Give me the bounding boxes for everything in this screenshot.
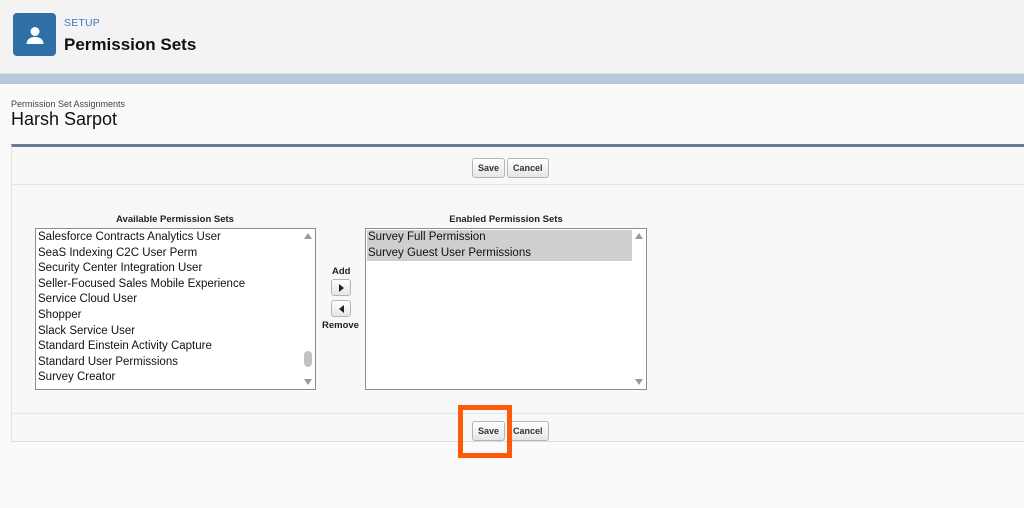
available-list-label: Available Permission Sets: [116, 214, 234, 225]
enabled-scrollbar[interactable]: [632, 229, 646, 389]
scroll-up-icon[interactable]: [304, 233, 312, 239]
list-item[interactable]: Survey Full Permission: [367, 230, 632, 246]
assignment-panel: Save Cancel Available Permission Sets Sa…: [11, 144, 1024, 442]
content-area: Permission Set Assignments Harsh Sarpot …: [0, 84, 1024, 508]
bottom-button-bar: Save Cancel: [12, 413, 1024, 445]
user-icon: [13, 13, 56, 56]
list-item[interactable]: Salesforce Contracts Analytics User: [37, 230, 300, 246]
header-kicker: SETUP: [64, 17, 101, 29]
enabled-list[interactable]: Survey Full Permission Survey Guest User …: [365, 228, 647, 390]
add-label: Add: [332, 266, 351, 277]
save-button-top[interactable]: Save: [472, 158, 506, 178]
page-header: SETUP Permission Sets: [0, 0, 1024, 74]
page-title: Permission Sets: [64, 35, 197, 54]
list-item[interactable]: Slack Service User: [37, 324, 300, 340]
arrow-right-icon: [338, 283, 344, 292]
available-list[interactable]: Salesforce Contracts Analytics User SeaS …: [35, 228, 316, 390]
scroll-thumb[interactable]: [304, 351, 312, 367]
available-scrollbar[interactable]: [301, 229, 315, 389]
scroll-down-icon[interactable]: [304, 379, 312, 385]
top-button-bar: Save Cancel: [12, 147, 1024, 185]
enabled-list-label: Enabled Permission Sets: [449, 214, 563, 225]
page-subtitle: Permission Set Assignments: [11, 99, 126, 109]
user-name: Harsh Sarpot: [11, 109, 118, 129]
cancel-button-top[interactable]: Cancel: [507, 158, 549, 178]
save-button-bottom[interactable]: Save: [472, 421, 506, 441]
scroll-up-icon[interactable]: [635, 233, 643, 239]
remove-button[interactable]: [331, 300, 351, 317]
list-item[interactable]: Survey Creator: [37, 370, 300, 386]
scroll-down-icon[interactable]: [635, 379, 643, 385]
cancel-button-bottom[interactable]: Cancel: [507, 421, 549, 441]
list-item[interactable]: Survey Guest User Permissions: [367, 245, 632, 262]
list-item[interactable]: Security Center Integration User: [37, 261, 300, 277]
list-item[interactable]: Shopper: [37, 308, 300, 324]
arrow-left-icon: [338, 304, 344, 313]
list-item[interactable]: Standard User Permissions: [37, 355, 300, 371]
remove-label: Remove: [322, 320, 359, 331]
add-button[interactable]: [331, 279, 351, 296]
list-item[interactable]: Service Cloud User: [37, 292, 300, 308]
list-item[interactable]: Seller-Focused Sales Mobile Experience: [37, 277, 300, 293]
list-item[interactable]: Standard Einstein Activity Capture: [37, 339, 300, 355]
header-band: [0, 74, 1024, 84]
list-item[interactable]: SeaS Indexing C2C User Perm: [37, 246, 300, 262]
